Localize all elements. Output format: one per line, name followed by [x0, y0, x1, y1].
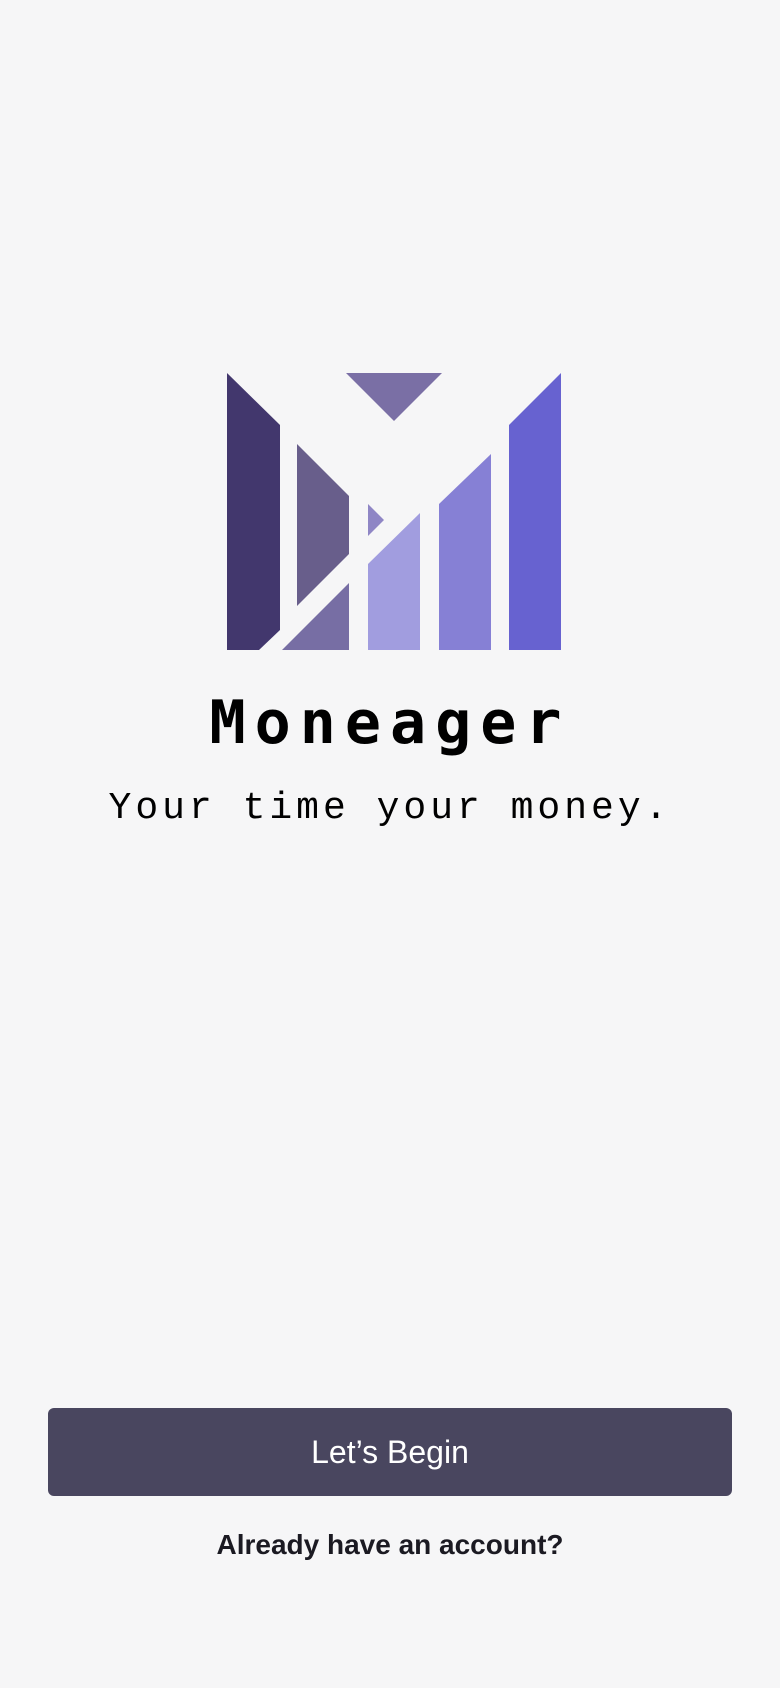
- logo-left-bar: [227, 373, 280, 650]
- moneager-logo-icon: [227, 373, 561, 650]
- lets-begin-label: Let’s Begin: [311, 1433, 469, 1470]
- already-have-account-link[interactable]: Already have an account?: [0, 1528, 780, 1562]
- app-tagline: Your time your money.: [108, 787, 672, 830]
- logo-left-inner: [297, 444, 349, 606]
- logo-right-bar: [509, 373, 561, 650]
- app-name: Moneager: [209, 688, 571, 758]
- logo-right-inner: [439, 454, 491, 650]
- welcome-screen: Moneager Your time your money. Let’s Beg…: [0, 0, 780, 1688]
- logo-small-triangle: [368, 504, 384, 536]
- lets-begin-button[interactable]: Let’s Begin: [48, 1408, 732, 1496]
- logo-top-triangle: [346, 373, 442, 421]
- logo-left-lower: [282, 583, 349, 650]
- logo-middle-bar: [368, 513, 420, 650]
